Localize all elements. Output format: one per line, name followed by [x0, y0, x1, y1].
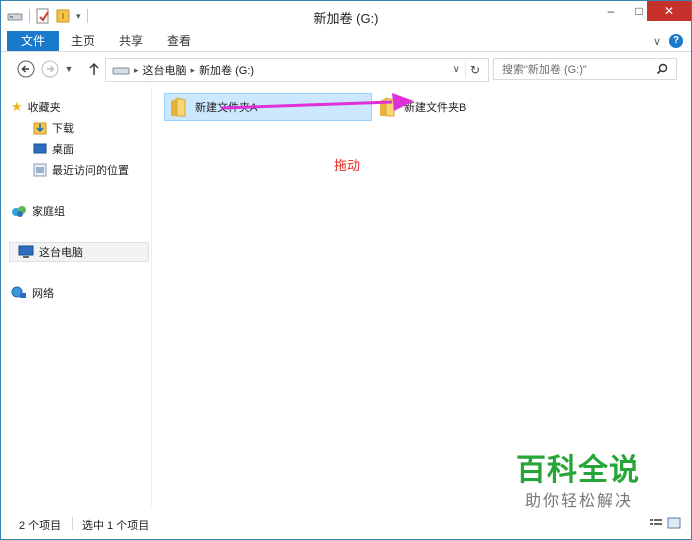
sidebar-item-favorites[interactable]: ★ 收藏夹 — [11, 97, 61, 117]
folder-icon — [171, 97, 186, 117]
status-separator — [72, 517, 73, 530]
view-switcher — [649, 517, 681, 529]
up-arrow-icon — [89, 62, 99, 75]
expand-ribbon-icon[interactable]: ∨ — [653, 35, 661, 48]
details-view-icon[interactable] — [649, 517, 663, 529]
refresh-icon: ↻ — [469, 63, 481, 77]
drag-annotation-label: 拖动 — [334, 158, 361, 173]
sidebar-item-downloads[interactable]: 下载 — [33, 118, 74, 138]
tab-view[interactable]: 查看 — [159, 31, 199, 51]
navigation-bar: ▼ ▸ 这台电脑 ▸ 新加卷 (G:) ∨ ↻ 搜索"新加卷 (G:)" — [1, 52, 691, 86]
chevron-down-icon: ▼ — [64, 64, 74, 74]
explorer-window: ▾ 新加卷 (G:) – □ ✕ 文件 主页 共享 查看 ∨ ? ▼ ▸ 这台电… — [0, 0, 692, 540]
breadcrumb-separator-icon: ▸ — [190, 64, 196, 75]
folder-item-a[interactable]: 新建文件夹A — [164, 93, 372, 121]
folder-icon — [380, 97, 395, 117]
recent-locations-button[interactable]: ▼ — [63, 60, 75, 78]
computer-icon — [18, 245, 34, 258]
back-button[interactable] — [17, 60, 35, 78]
sidebar-item-label: 网络 — [32, 288, 54, 300]
address-bar[interactable]: ▸ 这台电脑 ▸ 新加卷 (G:) ∨ ↻ — [105, 58, 489, 82]
folder-name: 新建文件夹A — [195, 102, 258, 114]
minimize-icon: – — [607, 4, 615, 18]
network-icon — [11, 286, 26, 298]
watermark-subtitle: 助你轻松解决 — [525, 493, 634, 510]
tab-file[interactable]: 文件 — [7, 31, 59, 51]
sidebar-item-recent[interactable]: 最近访问的位置 — [33, 160, 129, 180]
selected-count: 选中 1 个项目 — [82, 520, 150, 532]
item-count: 2 个项目 — [19, 520, 62, 532]
close-button[interactable]: ✕ — [647, 1, 691, 21]
sidebar-item-desktop[interactable]: 桌面 — [33, 139, 74, 159]
ribbon-tabs: 文件 主页 共享 查看 ∨ ? — [1, 31, 691, 52]
watermark-title: 百科全说 — [516, 454, 640, 487]
search-input[interactable]: 搜索"新加卷 (G:)" — [493, 58, 677, 80]
search-icon[interactable] — [656, 59, 668, 89]
title-bar: ▾ 新加卷 (G:) – □ ✕ — [1, 1, 691, 31]
breadcrumb: ▸ 这台电脑 ▸ 新加卷 (G:) — [112, 62, 254, 78]
tab-share[interactable]: 共享 — [111, 31, 151, 51]
star-icon: ★ — [11, 99, 23, 114]
sidebar-item-label: 桌面 — [52, 144, 74, 156]
homegroup-icon — [12, 206, 26, 217]
navigation-pane: ★ 收藏夹 下载 桌面 最近访问的位置 家庭组 这台电脑 网络 — [1, 87, 152, 507]
maximize-icon: □ — [635, 4, 643, 18]
sidebar-item-label: 最近访问的位置 — [52, 165, 129, 177]
sidebar-item-label: 收藏夹 — [27, 102, 61, 114]
forward-button[interactable] — [41, 60, 59, 78]
breadcrumb-thispc[interactable]: 这台电脑 — [143, 62, 187, 78]
file-list: 新建文件夹A 新建文件夹B 拖动 — [152, 87, 691, 507]
large-icons-view-icon[interactable] — [667, 517, 681, 529]
up-button[interactable] — [85, 60, 103, 78]
forward-arrow-icon — [41, 60, 59, 78]
address-dropdown-icon[interactable]: ∨ — [453, 64, 460, 75]
close-icon: ✕ — [663, 4, 675, 18]
ribbon-controls: ∨ ? — [653, 34, 683, 48]
breadcrumb-drive[interactable]: 新加卷 (G:) — [199, 62, 254, 78]
sidebar-item-label: 这台电脑 — [39, 247, 83, 259]
sidebar-item-label: 家庭组 — [32, 206, 65, 218]
back-arrow-icon — [17, 60, 35, 78]
sidebar-item-homegroup[interactable]: 家庭组 — [11, 201, 65, 221]
recent-places-icon — [33, 163, 47, 177]
sidebar-item-network[interactable]: 网络 — [11, 283, 54, 303]
status-bar: 2 个项目 选中 1 个项目 — [1, 513, 691, 535]
drive-icon — [112, 67, 130, 75]
desktop-icon — [33, 143, 47, 154]
sidebar-item-thispc[interactable]: 这台电脑 — [9, 242, 149, 262]
window-title: 新加卷 (G:) — [313, 11, 379, 26]
folder-name: 新建文件夹B — [404, 102, 467, 114]
search-placeholder: 搜索"新加卷 (G:)" — [502, 64, 587, 76]
help-icon[interactable]: ? — [669, 34, 683, 48]
downloads-icon — [33, 122, 47, 135]
breadcrumb-separator-icon: ▸ — [134, 64, 139, 75]
tab-home[interactable]: 主页 — [63, 31, 103, 51]
folder-item-b[interactable]: 新建文件夹B — [378, 93, 498, 121]
refresh-button[interactable]: ↻ — [465, 62, 484, 78]
sidebar-item-label: 下载 — [52, 123, 74, 135]
minimize-button[interactable]: – — [597, 1, 625, 21]
